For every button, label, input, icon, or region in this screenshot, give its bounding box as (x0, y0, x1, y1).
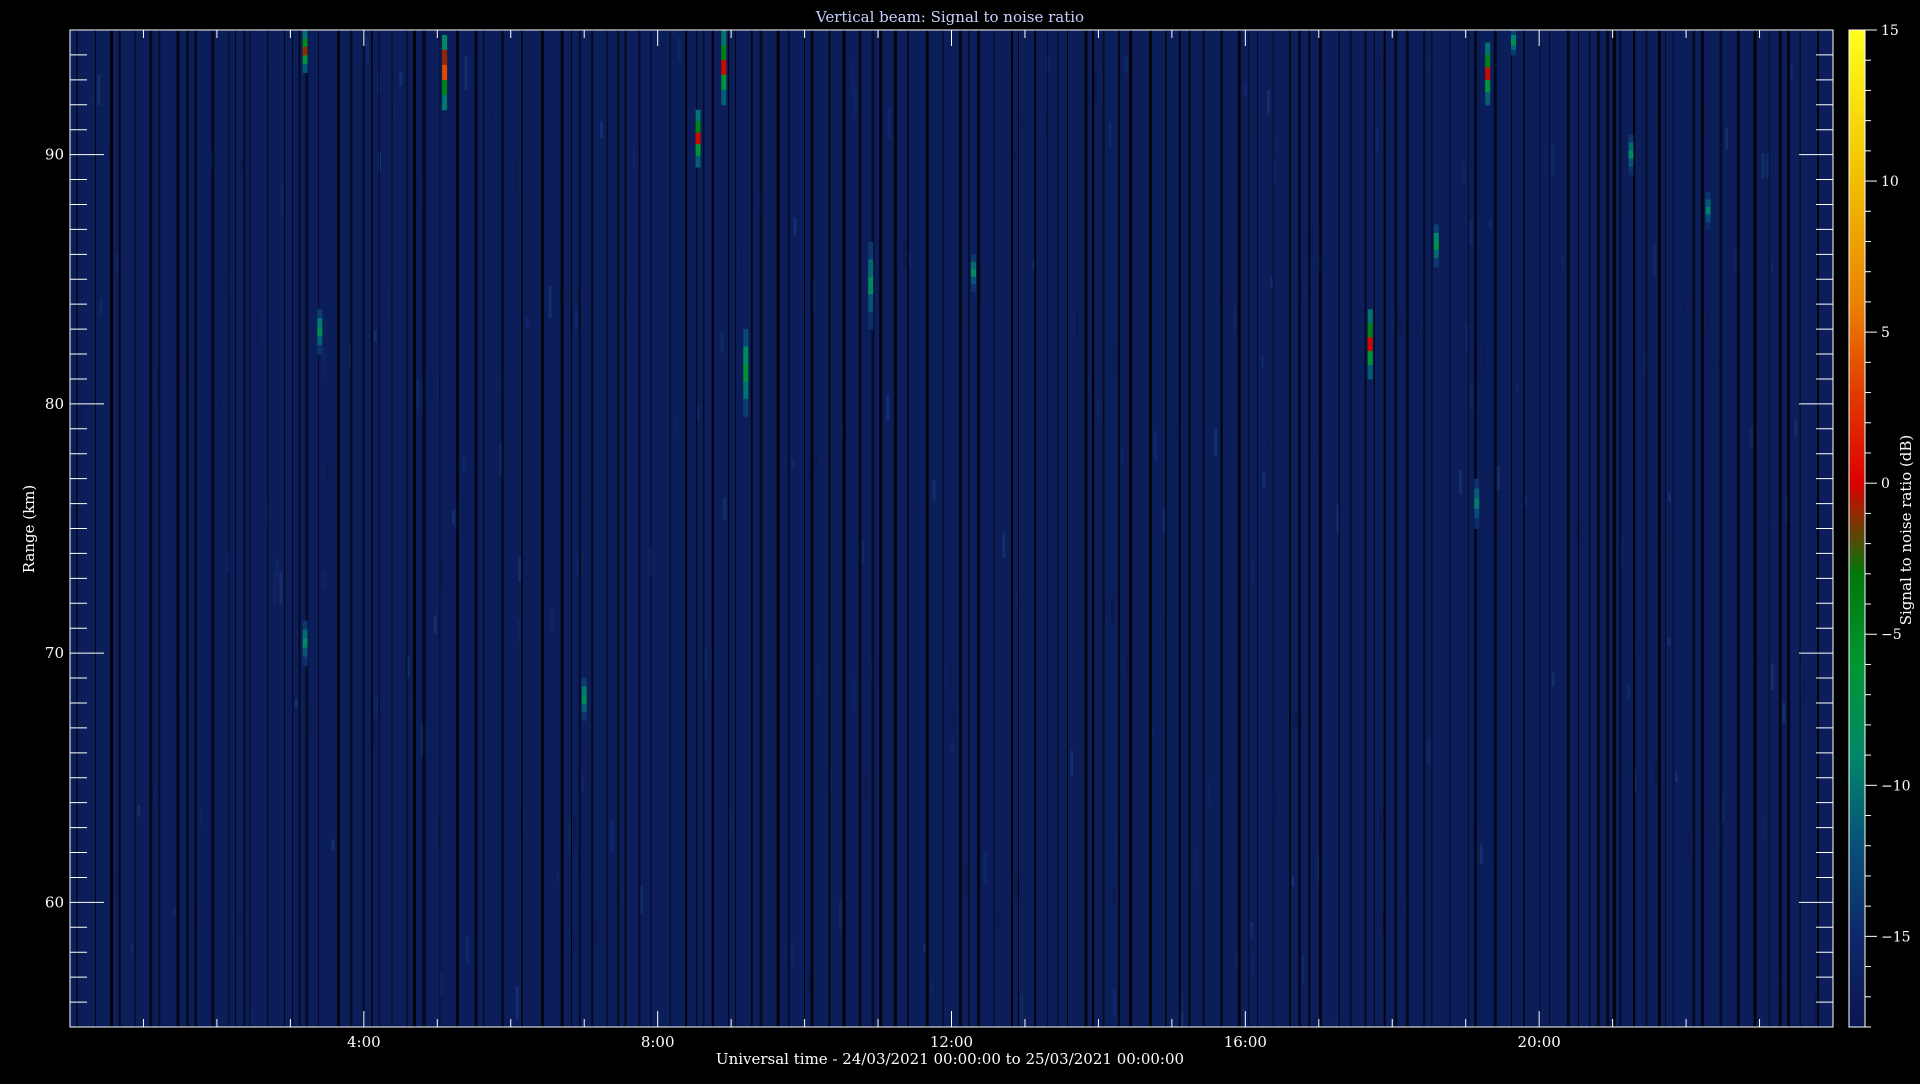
colorbar-tick-label: 0 (1881, 476, 1890, 492)
colorbar-tick-label: −5 (1881, 627, 1902, 643)
colorbar-gradient (1848, 29, 1866, 1028)
colorbar-tick-label: 15 (1881, 23, 1899, 39)
y-tick-label: 90 (45, 146, 64, 164)
echo-mark (971, 254, 976, 293)
echo-mark (317, 309, 323, 355)
x-tick-label: 8:00 (641, 1033, 675, 1051)
echo-mark (743, 329, 749, 417)
echo-mark (1474, 478, 1480, 529)
echo-mark (1705, 192, 1711, 230)
colorbar-tick-label: 5 (1881, 325, 1890, 341)
x-axis-label: Universal time - 24/03/2021 00:00:00 to … (716, 1050, 1184, 1068)
echo-mark (1485, 42, 1491, 106)
echo-mark (1367, 309, 1373, 380)
echo-mark (868, 241, 874, 330)
echo-mark (1433, 224, 1439, 268)
y-tick-label: 60 (45, 893, 64, 911)
x-tick-label: 4:00 (347, 1033, 381, 1051)
echo-mark (1511, 30, 1516, 56)
colorbar-tick-label: −10 (1881, 778, 1911, 794)
echo-mark (695, 109, 701, 168)
x-tick-label: 12:00 (930, 1033, 973, 1051)
chart-title: Vertical beam: Signal to noise ratio (815, 8, 1084, 26)
y-tick-label: 80 (45, 395, 64, 413)
echo-mark (721, 30, 727, 106)
echo-mark (302, 620, 308, 667)
echo-mark (1628, 134, 1634, 176)
x-tick-label: 20:00 (1518, 1033, 1561, 1051)
chart-svg: 60 70 80 90 4:00 8:00 12:00 16:00 20:00 15 10 5 0 −5… (20, 8, 1915, 1068)
y-tick-label: 70 (45, 644, 64, 662)
colorbar-tick-label: −15 (1881, 929, 1911, 945)
echo-mark (442, 35, 448, 111)
snr-heatmap-chart: 60 70 80 90 4:00 8:00 12:00 16:00 20:00 15 10 5 0 −5… (0, 0, 1920, 1080)
echo-mark (581, 678, 587, 721)
x-tick-label: 16:00 (1224, 1033, 1267, 1051)
colorbar-tick-label: 10 (1881, 174, 1899, 190)
y-axis-label: Range (km) (20, 485, 38, 574)
plot-area (70, 30, 1833, 1027)
echo-mark (302, 30, 308, 73)
colorbar-label: Signal to noise ratio (dB) (1897, 435, 1915, 626)
